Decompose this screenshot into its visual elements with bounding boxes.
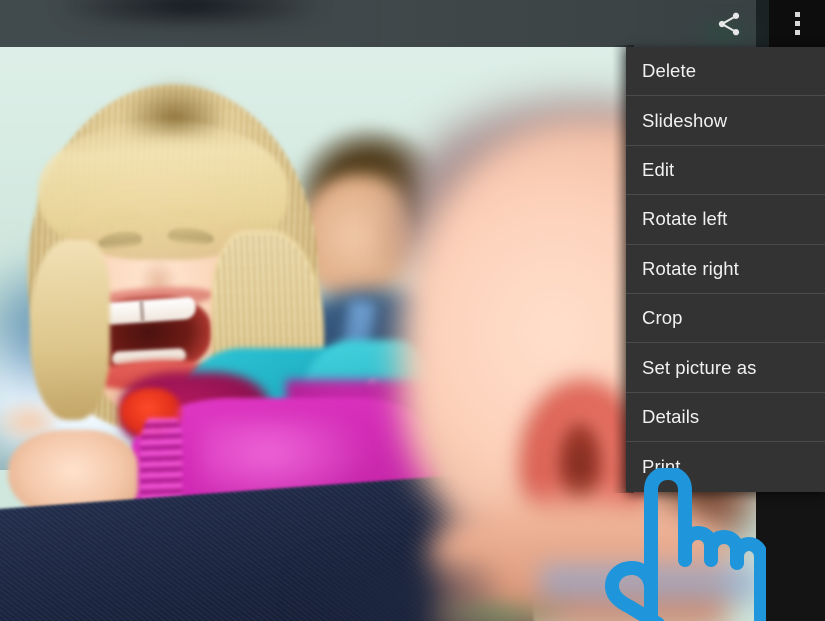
overflow-popup-menu: Delete Slideshow Edit Rotate left Rotate… <box>626 47 825 492</box>
menu-item-label: Details <box>642 405 700 427</box>
foreground-green-blur <box>430 600 570 621</box>
menu-item-label: Delete <box>642 60 697 82</box>
menu-item-set-picture-as[interactable]: Set picture as <box>626 343 825 393</box>
menu-item-rotate-left[interactable]: Rotate left <box>626 195 825 245</box>
menu-item-slideshow[interactable]: Slideshow <box>626 96 825 146</box>
menu-item-label: Print <box>642 455 681 477</box>
menu-item-crop[interactable]: Crop <box>626 293 825 344</box>
gallery-photo-viewer-screen: Delete Slideshow Edit Rotate left Rotate… <box>0 0 825 621</box>
foreground-blue-blur <box>540 565 756 605</box>
action-bar-overlay <box>0 0 760 50</box>
overflow-menu-button[interactable] <box>769 0 825 47</box>
menu-item-label: Rotate left <box>642 208 728 230</box>
menu-item-details[interactable]: Details <box>626 392 825 443</box>
girl-hair-left-side <box>30 240 110 420</box>
share-button[interactable] <box>701 0 757 47</box>
menu-item-label: Slideshow <box>642 109 728 131</box>
menu-item-label: Rotate right <box>642 257 739 279</box>
foreground-child-ear-inner <box>556 420 604 506</box>
menu-item-label: Edit <box>642 158 675 180</box>
overflow-dot-3 <box>794 30 800 35</box>
action-bar <box>0 0 825 50</box>
overflow-dot-1 <box>794 12 800 17</box>
menu-item-rotate-right[interactable]: Rotate right <box>626 244 825 294</box>
share-icon <box>718 12 740 35</box>
menu-item-label: Crop <box>642 307 683 329</box>
overflow-dot-2 <box>794 21 800 26</box>
menu-item-delete[interactable]: Delete <box>626 47 825 97</box>
menu-item-edit[interactable]: Edit <box>626 145 825 196</box>
overflow-menu-icon <box>794 10 800 37</box>
action-bar-photo-blur-dark <box>60 0 320 22</box>
menu-item-label: Set picture as <box>642 356 757 378</box>
menu-item-print[interactable]: Print <box>626 442 825 492</box>
